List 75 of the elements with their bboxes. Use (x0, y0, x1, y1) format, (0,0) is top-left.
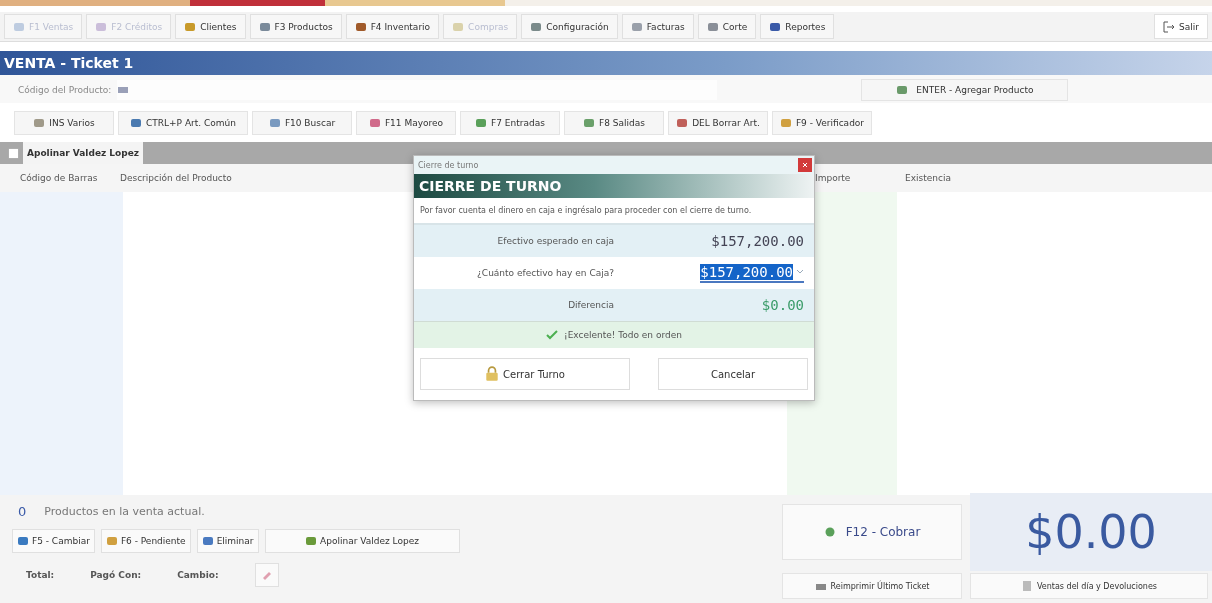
ticket-button[interactable]: F6 - Pendiente (100, 529, 191, 553)
toolbar-icon (95, 20, 108, 33)
toolbar-button[interactable]: Configuración (521, 14, 618, 39)
action-button[interactable]: DEL Borrar Art. (668, 111, 768, 135)
total-amount: $0.00 (1025, 505, 1157, 559)
dialog-title: Cierre de turno (418, 160, 479, 170)
field-label: Código del Producto: (18, 85, 112, 95)
ticket-button[interactable]: Apolinar Valdez Lopez (264, 529, 460, 553)
lock-icon (485, 366, 500, 382)
add-product-button[interactable]: ENTER - Agregar Producto (861, 79, 1069, 101)
checkbox[interactable] (8, 147, 19, 159)
exit-button[interactable]: Salir (1154, 14, 1208, 39)
product-count: 0 (18, 503, 27, 519)
action-icon (779, 117, 792, 129)
column-header: Importe (815, 173, 852, 183)
amount-value: $157,200.00 (710, 233, 804, 249)
toolbar-button[interactable]: Clientes (175, 14, 246, 39)
status-message: ¡Excelente! Todo en orden (564, 330, 682, 340)
total-label: Total: (26, 570, 55, 580)
summary-text: Productos en la venta actual. (44, 504, 205, 518)
check-icon (546, 329, 559, 341)
action-button[interactable]: INS Varios (14, 111, 114, 135)
action-icon (33, 117, 46, 129)
difference-value: $0.00 (760, 297, 804, 313)
column-header: Código de Barras (19, 173, 99, 183)
amount-label: Efectivo esperado en caja (496, 236, 614, 246)
total-label: Cambio: (177, 570, 219, 580)
toolbar-icon (706, 20, 719, 33)
action-button[interactable]: F8 Salidas (564, 111, 664, 135)
toolbar-icon (530, 20, 543, 33)
action-icon (130, 117, 142, 129)
action-button[interactable]: F9 - Verificador (772, 111, 872, 135)
ticket-tab[interactable]: Apolinar Valdez Lopez (23, 142, 144, 164)
close-button[interactable] (798, 158, 812, 172)
dialog-button[interactable]: Cancelar (658, 358, 808, 390)
total-label: Pagó Con: (90, 570, 142, 580)
toolbar-icon (13, 20, 25, 33)
toolbar-button[interactable]: F4 Inventario (345, 14, 440, 39)
toolbar-icon (452, 20, 465, 33)
toolbar-icon (258, 20, 271, 33)
toolbar-button[interactable]: Facturas (621, 14, 694, 39)
dialog-button[interactable]: Cerrar Turno (420, 358, 630, 390)
toolbar-icon (630, 20, 643, 33)
close-icon (802, 162, 808, 168)
action-button[interactable]: F7 Entradas (460, 111, 560, 135)
charge-button[interactable]: F12 - Cobrar (782, 504, 962, 560)
toolbar-icon (354, 20, 367, 33)
amount-label: ¿Cuánto efectivo hay en Caja? (476, 268, 614, 278)
toolbar-button[interactable]: F3 Productos (249, 14, 342, 39)
ticket-button[interactable]: F5 - Cambiar (12, 529, 95, 553)
sales-button[interactable]: Ventas del día y Devoluciones (970, 573, 1208, 599)
action-button[interactable]: CTRL+P Art. Común (118, 111, 248, 135)
eraser-button[interactable] (254, 563, 279, 587)
amount-label: Diferencia (567, 300, 614, 310)
column-header: Descripción del Producto (120, 173, 233, 183)
caret-icon (796, 269, 804, 275)
window-title: VENTA - Ticket 1 (4, 55, 134, 71)
toolbar-icon (184, 20, 197, 33)
ticket-button[interactable]: Eliminar (196, 529, 259, 553)
action-icon (268, 117, 281, 129)
action-icon (368, 117, 381, 129)
toolbar-icon (769, 20, 782, 33)
action-icon (676, 117, 689, 129)
action-icon (475, 117, 488, 129)
column-header: Existencia (905, 173, 951, 183)
exit-icon (1163, 20, 1176, 33)
product-code-field[interactable] (117, 80, 718, 100)
dialog-heading: CIERRE DE TURNO (419, 178, 562, 194)
action-button[interactable]: F11 Mayoreo (356, 111, 456, 135)
document-icon (1020, 580, 1033, 592)
reprint-button[interactable]: Reimprimir Último Ticket (782, 573, 962, 599)
action-button[interactable]: F10 Buscar (252, 111, 352, 135)
action-icon (583, 117, 596, 129)
toolbar-button[interactable]: Corte (697, 14, 757, 39)
toolbar-button[interactable]: Reportes (760, 14, 835, 39)
